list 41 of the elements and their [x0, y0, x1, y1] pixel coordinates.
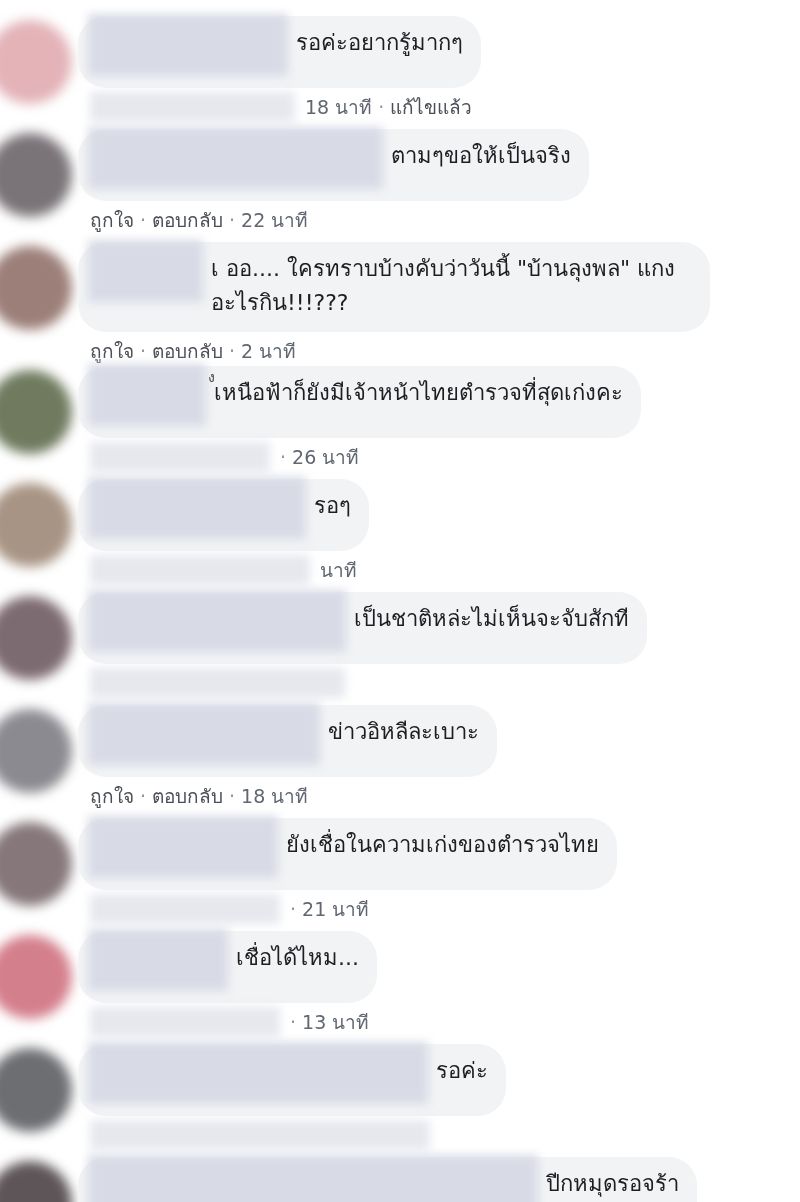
meta-link[interactable]: ตอบกลับ	[152, 205, 224, 235]
separator-dot: ·	[378, 95, 385, 120]
name-fragment: ง	[208, 368, 215, 387]
separator-dot: ·	[140, 208, 147, 233]
avatar[interactable]	[0, 822, 72, 906]
avatar[interactable]	[0, 133, 72, 217]
comment-text: รอค่ะอยากรู้มากๆ	[296, 30, 463, 55]
comment-text: รอๆ	[314, 493, 351, 518]
timestamp[interactable]: 18 นาที	[241, 781, 309, 811]
meta-link[interactable]: ถูกใจ	[90, 336, 134, 366]
avatar[interactable]	[0, 935, 72, 1019]
timestamp[interactable]: 22 นาที	[241, 205, 309, 235]
timestamp[interactable]: 13 นาที	[302, 1007, 370, 1037]
comment-text: ตามๆขอให้เป็นจริง	[391, 143, 571, 168]
comment-text: ปีกหมุดรอจร้า	[546, 1171, 679, 1196]
separator-dot: ·	[280, 445, 287, 470]
avatar[interactable]	[0, 370, 72, 454]
meta-link[interactable]: ถูกใจ	[90, 781, 134, 811]
separator-dot: ·	[290, 1010, 297, 1035]
avatar[interactable]	[0, 246, 72, 330]
timestamp[interactable]: 18 นาที	[305, 92, 373, 122]
timestamp[interactable]: นาที	[320, 555, 357, 585]
timestamp[interactable]: 2 นาที	[241, 336, 297, 366]
separator-dot: ·	[140, 784, 147, 809]
meta-link[interactable]: ถูกใจ	[90, 205, 134, 235]
comment-text: เป็นชาติหล่ะไม่เห็นจะจับสักที	[354, 606, 629, 631]
separator-dot: ·	[290, 897, 297, 922]
comment-text: รอค่ะ	[436, 1058, 488, 1083]
meta-link[interactable]: ตอบกลับ	[152, 336, 224, 366]
timestamp[interactable]: 26 นาที	[292, 442, 360, 472]
avatar[interactable]	[0, 596, 72, 680]
separator-dot: ·	[229, 208, 236, 233]
avatar[interactable]	[0, 1048, 72, 1132]
comment-text: ข่าวอิหลีละเบาะ	[328, 719, 479, 744]
edited-label: แก้ไขแล้ว	[390, 95, 473, 120]
timestamp[interactable]: 21 นาที	[302, 894, 370, 924]
separator-dot: ·	[229, 339, 236, 364]
meta-link[interactable]: ตอบกลับ	[152, 781, 224, 811]
avatar[interactable]	[0, 709, 72, 793]
separator-dot: ·	[140, 339, 147, 364]
separator-dot: ·	[229, 784, 236, 809]
